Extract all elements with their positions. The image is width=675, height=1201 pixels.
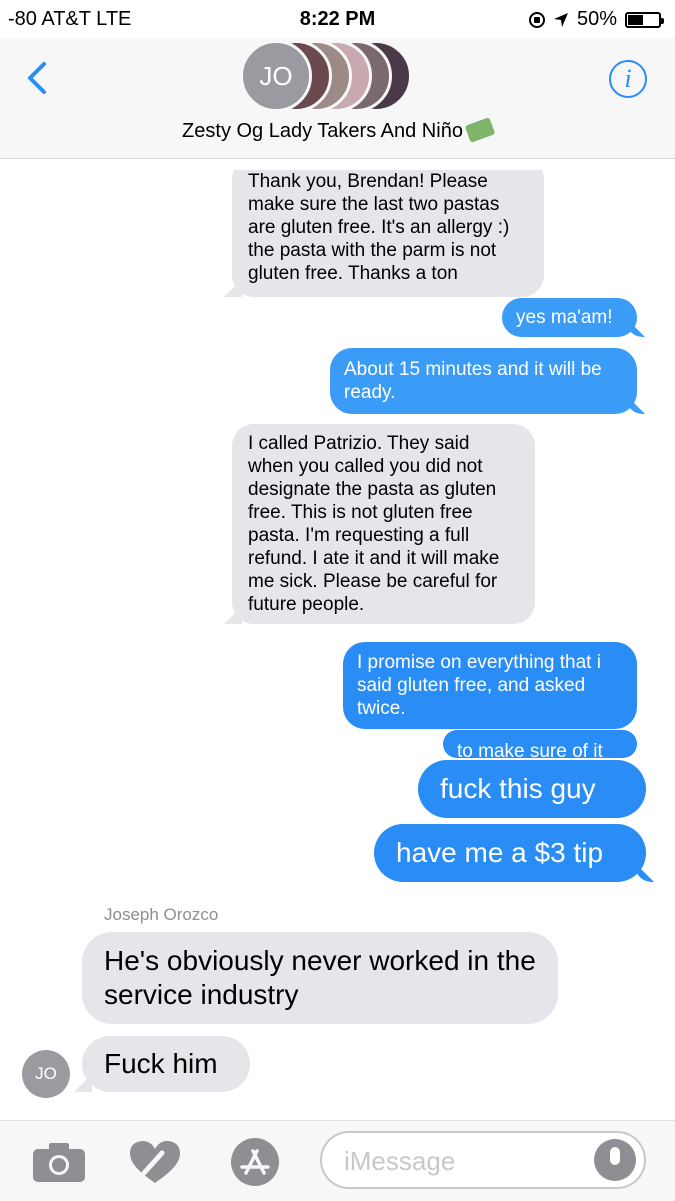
sender-name: Joseph Orozco	[104, 905, 219, 924]
message-bubble-received[interactable]: He's obviously never worked in the servi…	[82, 932, 558, 1024]
sender-avatar[interactable]: JO	[22, 1050, 70, 1098]
money-wings-emoji-icon	[464, 117, 496, 143]
app-store-icon[interactable]	[226, 1137, 284, 1187]
message-bubble-sent[interactable]: have me a $3 tip	[374, 824, 646, 882]
info-icon[interactable]: i	[609, 60, 647, 98]
group-avatars[interactable]: JO	[240, 38, 440, 116]
group-title[interactable]: Zesty Og Lady Takers And Niño	[0, 117, 675, 143]
battery-icon	[625, 11, 664, 28]
message-bubble-sent[interactable]: yes ma'am!	[502, 298, 637, 337]
message-bubble-received[interactable]: Thank you, Brendan! Please make sure the…	[232, 170, 544, 297]
avatar: JO	[240, 40, 312, 112]
message-bubble-sent[interactable]: to make sure of it	[443, 730, 637, 758]
battery-percent: 50%	[576, 8, 617, 30]
microphone-icon[interactable]	[594, 1139, 636, 1181]
rotation-lock-icon	[528, 11, 545, 28]
camera-icon[interactable]	[32, 1141, 86, 1183]
message-input-placeholder: iMessage	[344, 1146, 456, 1176]
input-bar: iMessage	[0, 1120, 675, 1201]
message-bubble-received[interactable]: Fuck him	[82, 1036, 250, 1092]
conversation-header: JO Zesty Og Lady Takers And Niño i	[0, 38, 675, 159]
message-bubble-sent[interactable]: fuck this guy	[418, 760, 646, 818]
message-input[interactable]: iMessage	[320, 1131, 646, 1189]
digital-touch-heart-icon[interactable]	[128, 1139, 182, 1185]
group-name-label: Zesty Og Lady Takers And Niño	[182, 120, 463, 142]
message-bubble-sent[interactable]: About 15 minutes and it will be ready.	[330, 348, 637, 414]
battery-fill	[628, 14, 643, 25]
location-arrow-icon	[553, 12, 568, 27]
back-chevron-icon[interactable]	[18, 58, 58, 98]
status-bar: -80 AT&T LTE 8:22 PM 50%	[0, 0, 675, 38]
message-bubble-received[interactable]: I called Patrizio. They said when you ca…	[232, 424, 535, 624]
message-bubble-sent[interactable]: I promise on everything that i said glut…	[343, 642, 637, 729]
